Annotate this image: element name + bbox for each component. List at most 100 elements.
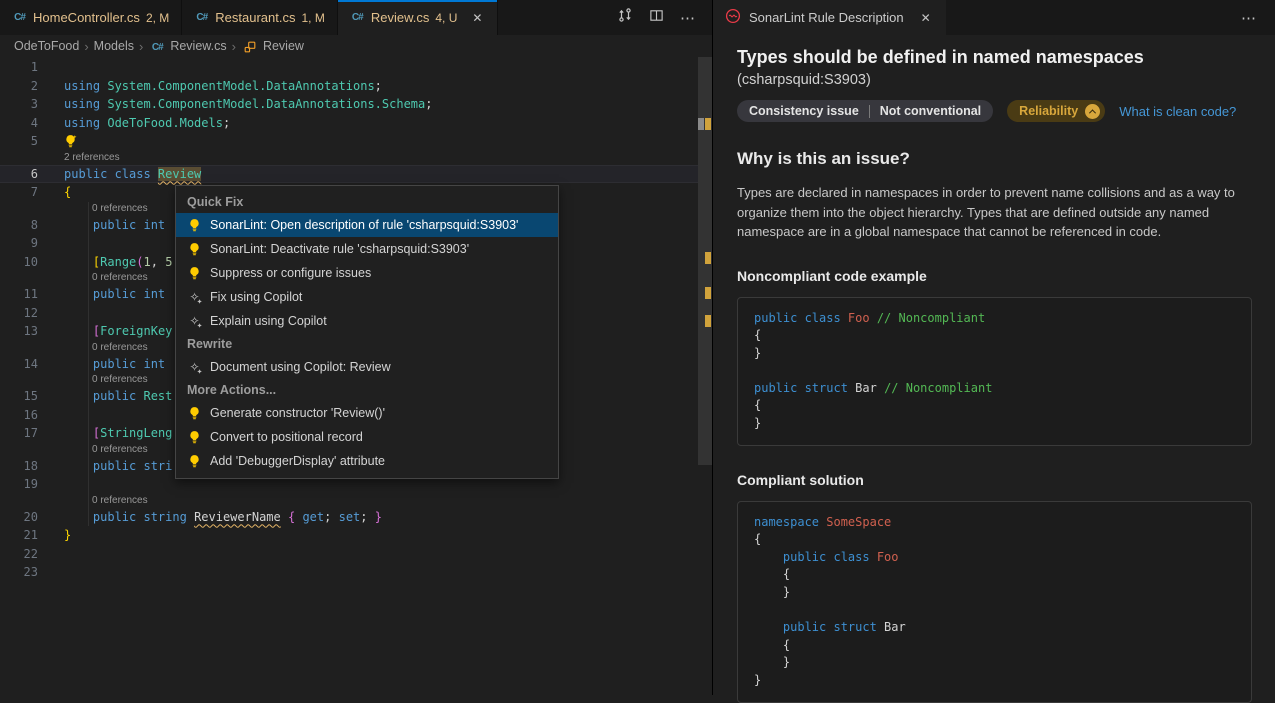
editor-group: HomeController.cs 2, M Restaurant.cs 1, … <box>0 0 712 695</box>
code-block-line: } <box>754 672 1235 690</box>
editor-more-actions-icon[interactable] <box>680 9 696 27</box>
tab-badge: 2, M <box>146 11 169 25</box>
compare-changes-icon[interactable] <box>617 7 633 28</box>
rule-attribute-pill: Consistency issue Not conventional <box>737 100 993 122</box>
code-block-line: } <box>754 345 1235 363</box>
code-line[interactable]: 5 <box>0 132 698 151</box>
noncompliant-heading: Noncompliant code example <box>737 268 1251 284</box>
code-line[interactable]: 2using System.ComponentModel.DataAnnotat… <box>0 77 698 96</box>
tab-label: HomeController.cs <box>33 10 140 25</box>
breadcrumb-project[interactable]: OdeToFood <box>14 39 79 53</box>
tab-label: Restaurant.cs <box>215 10 295 25</box>
rule-description-content: Types should be defined in named namespa… <box>713 35 1275 703</box>
code-editor[interactable]: 12using System.ComponentModel.DataAnnota… <box>0 57 712 695</box>
overview-warning-marker <box>705 315 711 327</box>
overview-warning-marker <box>705 287 711 299</box>
code-block-line <box>754 362 1235 380</box>
tab-review[interactable]: Review.cs 4, U <box>338 0 499 35</box>
quickfix-item[interactable]: Explain using Copilot <box>176 309 558 333</box>
breadcrumb-folder[interactable]: Models <box>94 39 134 53</box>
breadcrumb-separator-icon <box>84 39 88 54</box>
compliant-heading: Compliant solution <box>737 472 1251 488</box>
sonarlint-panel: SonarLint Rule Description Types should … <box>712 0 1275 695</box>
code-line[interactable]: 22 <box>0 545 698 564</box>
editor-tabbar: HomeController.cs 2, M Restaurant.cs 1, … <box>0 0 712 35</box>
lightbulb-icon <box>187 242 202 257</box>
code-block-line: } <box>754 654 1235 672</box>
vscode-window: HomeController.cs 2, M Restaurant.cs 1, … <box>0 0 1275 695</box>
tab-badge: 1, M <box>301 11 324 25</box>
code-block-line: { <box>754 637 1235 655</box>
breadcrumb-separator-icon <box>232 39 236 54</box>
code-block-line <box>754 602 1235 620</box>
quickfix-item[interactable]: Document using Copilot: Review <box>176 355 558 379</box>
close-tab-icon[interactable] <box>469 10 485 26</box>
quickfix-item[interactable]: Generate constructor 'Review()' <box>176 401 558 425</box>
code-line[interactable]: 21} <box>0 526 698 545</box>
breadcrumb-separator-icon <box>139 39 143 54</box>
reliability-badge[interactable]: Reliability <box>1007 100 1105 122</box>
pill-divider <box>869 105 870 118</box>
csharp-file-icon <box>194 10 209 25</box>
codelens-references[interactable]: 2 references <box>0 151 698 165</box>
overview-warning-marker <box>705 118 711 130</box>
code-block-line: { <box>754 397 1235 415</box>
panel-more-actions-icon[interactable] <box>1241 9 1257 27</box>
lightbulb-icon <box>187 266 202 281</box>
rule-badges: Consistency issue Not conventional Relia… <box>737 100 1251 122</box>
copilot-sparkle-icon <box>187 360 202 375</box>
copilot-sparkle-icon <box>187 314 202 329</box>
code-line[interactable]: 4using OdeToFood.Models; <box>0 114 698 133</box>
code-block-line: public class Foo <box>754 549 1235 567</box>
compliant-code-block: namespace SomeSpace{ public class Foo { … <box>737 501 1252 703</box>
overview-warning-marker <box>705 252 711 264</box>
lightbulb-icon <box>187 430 202 445</box>
csharp-file-icon <box>350 10 365 25</box>
tab-restaurant[interactable]: Restaurant.cs 1, M <box>182 0 338 35</box>
code-block-line: namespace SomeSpace <box>754 514 1235 532</box>
code-line[interactable]: 1 <box>0 58 698 77</box>
quickfix-item[interactable]: Fix using Copilot <box>176 285 558 309</box>
codelens-references[interactable]: 0 references <box>0 494 698 508</box>
tab-badge: 4, U <box>435 11 457 25</box>
split-editor-icon[interactable] <box>649 8 664 28</box>
code-block-line: public class Foo // Noncompliant <box>754 310 1235 328</box>
breadcrumb-file[interactable]: Review.cs <box>170 39 226 53</box>
quickfix-item[interactable]: SonarLint: Deactivate rule 'csharpsquid:… <box>176 237 558 261</box>
lightbulb-action-icon[interactable] <box>63 134 78 149</box>
code-block-line: { <box>754 566 1235 584</box>
lightbulb-icon <box>187 218 202 233</box>
why-paragraph: Types are declared in namespaces in orde… <box>737 183 1251 242</box>
breadcrumb-symbol[interactable]: Review <box>263 39 304 53</box>
rule-title: Types should be defined in named namespa… <box>737 47 1251 89</box>
csharp-file-icon <box>12 10 27 25</box>
code-block-line: { <box>754 531 1235 549</box>
severity-chevron-icon <box>1085 104 1100 119</box>
code-line[interactable]: 20 public string ReviewerName { get; set… <box>0 508 698 527</box>
panel-actions <box>1241 0 1275 35</box>
overview-cursor-marker <box>698 118 704 130</box>
editor-actions <box>617 0 712 35</box>
code-block-line: public struct Bar <box>754 619 1235 637</box>
noncompliant-code-block: public class Foo // Noncompliant{} publi… <box>737 297 1252 446</box>
tab-homecontroller[interactable]: HomeController.cs 2, M <box>0 0 182 35</box>
quickfix-section-header: Rewrite <box>176 333 558 355</box>
clean-code-link[interactable]: What is clean code? <box>1119 104 1236 119</box>
quickfix-item[interactable]: Suppress or configure issues <box>176 261 558 285</box>
quickfix-section-header: More Actions... <box>176 379 558 401</box>
code-block-line: public struct Bar // Noncompliant <box>754 380 1235 398</box>
quick-fix-menu: Quick FixSonarLint: Open description of … <box>175 185 559 479</box>
copilot-sparkle-icon <box>187 290 202 305</box>
quickfix-item[interactable]: Add 'DebuggerDisplay' attribute <box>176 449 558 473</box>
code-line-current[interactable]: 6public class Review <box>0 165 698 184</box>
code-block-line: { <box>754 327 1235 345</box>
code-block-line: } <box>754 415 1235 433</box>
code-line[interactable]: 23 <box>0 563 698 582</box>
code-line[interactable]: 3using System.ComponentModel.DataAnnotat… <box>0 95 698 114</box>
quickfix-section-header: Quick Fix <box>176 191 558 213</box>
tab-sonarlint-rule-description[interactable]: SonarLint Rule Description <box>713 0 946 35</box>
quickfix-item[interactable]: Convert to positional record <box>176 425 558 449</box>
close-tab-icon[interactable] <box>918 10 934 26</box>
quickfix-item-selected[interactable]: SonarLint: Open description of rule 'csh… <box>176 213 558 237</box>
lightbulb-icon <box>187 406 202 421</box>
